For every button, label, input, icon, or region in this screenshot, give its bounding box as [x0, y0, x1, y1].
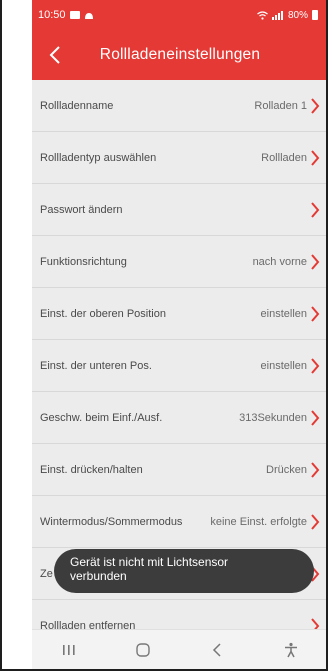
page-title: Rollladeneinstellungen	[99, 46, 261, 63]
settings-row-upper-position[interactable]: Einst. der oberen Position einstellen	[32, 288, 326, 340]
row-label: Rollladentyp auswählen	[40, 151, 157, 164]
status-right: 80%	[257, 10, 318, 21]
row-value: Drücken	[266, 463, 307, 476]
settings-row-press-hold[interactable]: Einst. drücken/halten Drücken	[32, 444, 326, 496]
home-button[interactable]	[126, 633, 160, 667]
row-value: einstellen	[260, 307, 307, 320]
nav-back-button[interactable]	[200, 633, 234, 667]
chevron-right-icon	[311, 305, 320, 322]
row-right: einstellen	[260, 305, 320, 322]
row-label: Einst. drücken/halten	[40, 463, 143, 476]
row-label: Wintermodus/Sommermodus	[40, 515, 183, 528]
battery-percent: 80%	[287, 9, 308, 21]
settings-row-lower-position[interactable]: Einst. der unteren Pos. einstellen	[32, 340, 326, 392]
accessibility-button[interactable]	[274, 633, 308, 667]
battery-icon	[312, 10, 318, 20]
signal-icon	[271, 10, 283, 20]
row-right: 313Sekunden	[239, 409, 320, 426]
row-right: keine Einst. erfolgte	[210, 513, 320, 530]
chevron-right-icon	[311, 409, 320, 426]
settings-row-type[interactable]: Rollladentyp auswählen Rollladen	[32, 132, 326, 184]
chevron-left-icon	[49, 46, 60, 64]
row-right: Drücken	[266, 461, 320, 478]
settings-row-speed[interactable]: Geschw. beim Einf./Ausf. 313Sekunden	[32, 392, 326, 444]
recent-apps-button[interactable]	[52, 633, 86, 667]
back-icon	[212, 642, 221, 657]
settings-row-password[interactable]: Passwort ändern	[32, 184, 326, 236]
recent-apps-icon	[63, 644, 75, 655]
screenshot-frame: 10:50 80% Rollladeneinstellungen Rolllad…	[0, 0, 328, 671]
settings-row-direction[interactable]: Funktionsrichtung nach vorne	[32, 236, 326, 288]
status-left: 10:50	[38, 9, 94, 21]
status-time: 10:50	[38, 9, 66, 21]
chevron-right-icon	[311, 461, 320, 478]
accessibility-icon	[285, 642, 297, 657]
row-right: einstellen	[260, 357, 320, 374]
phone-screen: 10:50 80% Rollladeneinstellungen Rolllad…	[32, 0, 326, 669]
home-icon	[136, 642, 150, 657]
chevron-right-icon	[311, 201, 320, 218]
row-value: 313Sekunden	[239, 411, 307, 424]
row-value: keine Einst. erfolgte	[210, 515, 307, 528]
row-right: Rolladen 1	[254, 97, 320, 114]
row-right: Rollladen	[261, 149, 320, 166]
row-value: nach vorne	[252, 255, 307, 268]
back-button[interactable]	[40, 40, 70, 70]
status-bar: 10:50 80%	[32, 0, 326, 30]
android-icon	[84, 12, 93, 19]
row-right: nach vorne	[252, 253, 320, 270]
row-value: Rolladen 1	[254, 99, 307, 112]
row-value: einstellen	[260, 359, 307, 372]
toast-message: Gerät ist nicht mit Lichtsensor verbunde…	[54, 549, 314, 593]
chevron-right-icon	[311, 97, 320, 114]
settings-row-name[interactable]: Rollladenname Rolladen 1	[32, 80, 326, 132]
chevron-right-icon	[311, 357, 320, 374]
row-label: Funktionsrichtung	[40, 255, 127, 268]
app-bar: Rollladeneinstellungen	[32, 30, 326, 80]
toast-line-1: Gerät ist nicht mit Lichtsensor	[70, 555, 229, 569]
toast-line-2: verbunden	[70, 569, 127, 583]
row-label: Rollladenname	[40, 99, 114, 112]
row-right	[307, 201, 320, 218]
chevron-right-icon	[311, 513, 320, 530]
row-label: Ze	[40, 567, 53, 580]
wifi-icon	[257, 10, 268, 20]
chevron-right-icon	[311, 253, 320, 270]
row-label: Geschw. beim Einf./Ausf.	[40, 411, 163, 424]
image-icon	[69, 11, 80, 19]
row-label: Einst. der unteren Pos.	[40, 359, 152, 372]
navigation-bar	[32, 629, 326, 669]
chevron-right-icon	[311, 149, 320, 166]
row-label: Passwort ändern	[40, 203, 123, 216]
settings-row-season-mode[interactable]: Wintermodus/Sommermodus keine Einst. erf…	[32, 496, 326, 548]
row-value: Rollladen	[261, 151, 307, 164]
row-label: Einst. der oberen Position	[40, 307, 166, 320]
